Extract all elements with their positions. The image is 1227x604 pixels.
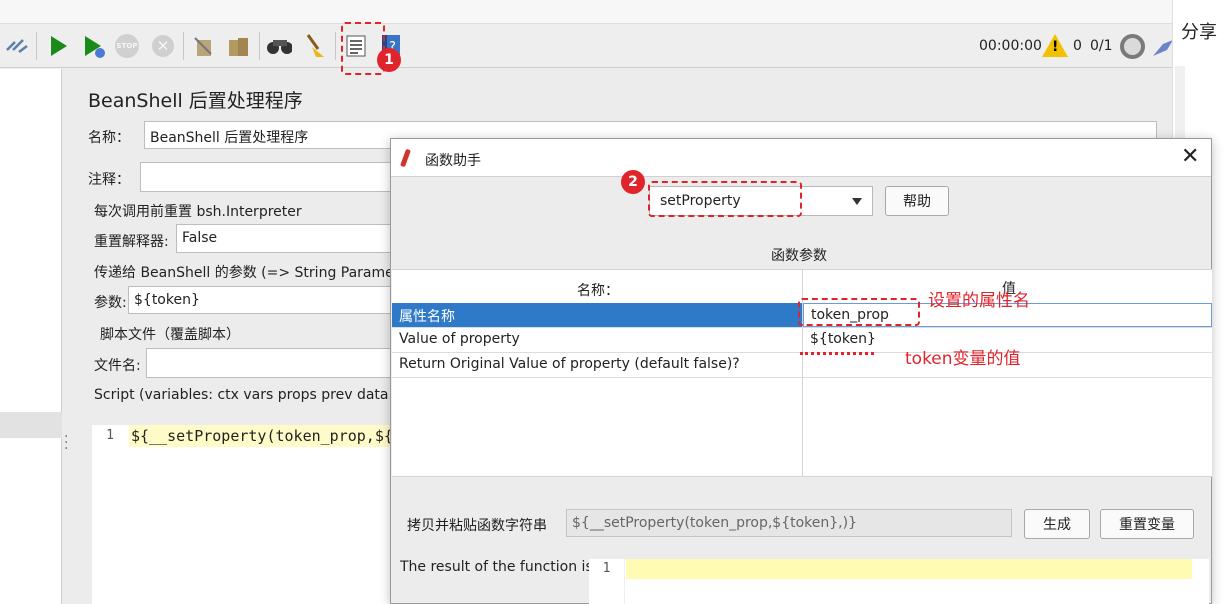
clear-all-icon[interactable] [226,33,252,59]
script-editor[interactable]: 1 ${__setProperty(token_prop,${ [92,425,392,604]
splitter-handle[interactable]: · · · [64,430,68,456]
annotation-badge-1: 1 [377,48,401,72]
warning-mark: ! [1052,39,1059,55]
comment-label: 注释： [88,172,130,188]
result-editor[interactable]: 1 [589,559,1209,604]
close-icon[interactable]: ✕ [1181,144,1199,169]
comment-field[interactable] [140,162,400,192]
start-icon[interactable] [46,33,72,59]
table-row[interactable]: Value of property ${token} [392,328,1212,353]
reset-interpreter-select[interactable]: False [176,224,400,253]
params-field[interactable]: ${token} [128,286,400,314]
param-name[interactable]: Return Original Value of property (defau… [392,353,802,377]
toolbar-separator [259,32,260,60]
chevron-down-icon[interactable] [852,198,862,205]
result-code-line[interactable] [626,559,1192,579]
elapsed-timer: 00:00:00 [979,38,1042,54]
filename-label: 文件名: [94,358,141,374]
help-button[interactable]: 帮助 [885,186,949,216]
params-label: 参数: [94,295,127,311]
reset-section-label: 每次调用前重置 bsh.Interpreter [94,204,302,220]
reset-interpreter-label: 重置解释器: [94,234,169,250]
underline-token-value [800,352,874,355]
connect-icon[interactable] [4,33,30,59]
params-section-label: 传递给 BeanShell 的参数 (=> String Paramete [94,265,408,281]
dialog-title: 函数助手 [425,153,481,169]
copy-string-label: 拷贝并粘贴函数字符串 [407,518,547,534]
line-number: 1 [589,559,625,604]
start-no-pause-icon[interactable] [80,33,106,59]
clear-icon[interactable] [190,33,216,59]
param-name[interactable]: 属性名称 [392,303,802,327]
test-plan-tree[interactable] [0,69,62,604]
dialog-titlebar[interactable]: 函数助手 ✕ [391,139,1211,177]
generate-button[interactable]: 生成 [1024,509,1090,539]
highlight-property-name [798,298,920,326]
annotation-badge-2: 2 [621,170,645,194]
remote-status-icon [1120,34,1145,59]
stop-icon[interactable]: STOP [114,33,140,59]
reset-variables-button[interactable]: 重置变量 [1100,509,1194,539]
feather-pen-icon [400,148,411,168]
function-string-field[interactable]: ${__setProperty(token_prop,${token},)} [566,509,1012,537]
filename-field[interactable] [146,348,400,378]
stop-label: STOP [115,34,139,58]
toolbar-separator [183,32,184,60]
toolbar: STOP ✕ ? 00:00:00 ! 0 0/1 [0,24,1173,68]
reset-search-icon[interactable] [302,33,328,59]
search-icon[interactable] [266,33,292,59]
highlight-function-select [648,181,802,217]
page-title: BeanShell 后置处理程序 [88,90,303,112]
tree-selected-row[interactable] [0,412,62,438]
share-text: 分享 [1181,22,1217,43]
script-code-line[interactable]: ${__setProperty(token_prop,${ [129,425,392,447]
annotation-token-value: token变量的值 [905,349,1021,369]
param-name[interactable]: Value of property [392,328,802,352]
line-number: 1 [106,428,114,443]
warning-count: 0 [1073,38,1082,54]
script-file-section-label: 脚本文件（覆盖脚本） [100,327,240,343]
toolbar-separator [335,32,336,60]
script-label: Script (variables: ctx vars props prev d… [94,387,394,403]
thread-count: 0/1 [1090,38,1113,54]
annotation-property-name: 设置的属性名 [928,291,1030,311]
name-label: 名称： [88,130,130,146]
col-header-name[interactable]: 名称： [577,280,619,300]
window-top-strip [0,0,1172,24]
function-params-heading: 函数参数 [771,248,827,264]
result-label: The result of the function is [400,559,593,575]
toolbar-separator [36,32,37,60]
table-row[interactable]: Return Original Value of property (defau… [392,353,1212,378]
shutdown-icon[interactable]: ✕ [150,33,176,59]
